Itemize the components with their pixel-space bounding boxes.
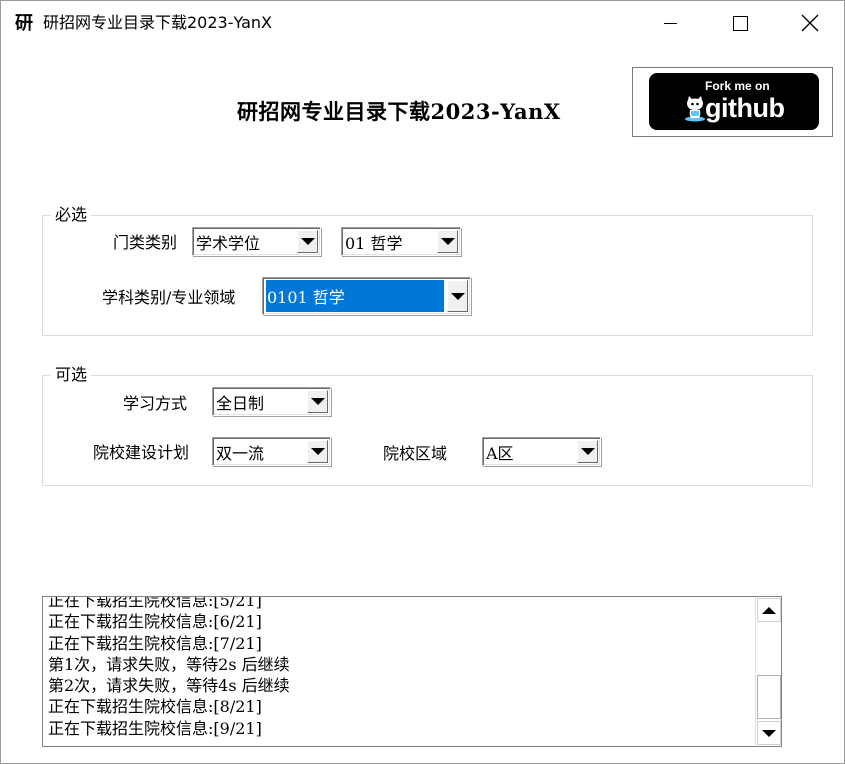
log-line: 第1次，请求失败，等待2s 后继续 (48, 654, 290, 674)
log-line: 正在下载招生院校信息:[8/21] (48, 697, 262, 717)
region-select-value: A区 (486, 443, 514, 463)
field-label: 学科类别/专业领域 (102, 288, 236, 307)
chevron-down-icon (310, 398, 325, 405)
optional-group-legend: 可选 (51, 365, 92, 385)
chevron-up-icon (762, 606, 776, 614)
maximize-button[interactable] (705, 1, 775, 45)
log-scrollbar[interactable] (755, 597, 781, 746)
title-bar[interactable]: 研 研招网专业目录下载2023-YanX (1, 1, 844, 45)
study-mode-label: 学习方式 (123, 394, 188, 413)
field-dropdown-button[interactable] (447, 280, 468, 312)
log-output[interactable]: 正在下载招生院校信息:[5/21] 正在下载招生院校信息:[6/21] 正在下载… (42, 596, 782, 747)
category-dropdown-button[interactable] (297, 230, 318, 253)
chevron-down-icon (440, 238, 455, 245)
log-line: 正在下载招生院校信息:[6/21] (48, 612, 262, 632)
chevron-down-icon (450, 292, 465, 300)
close-icon (801, 14, 819, 32)
study-mode-select[interactable]: 全日制 (212, 387, 331, 416)
field-select-value: 0101 哲学 (266, 280, 444, 312)
optional-options-group: 可选 (42, 365, 813, 486)
window-title: 研招网专业目录下载2023-YanX (43, 13, 272, 32)
discipline-dropdown-button[interactable] (437, 230, 458, 253)
scroll-down-button[interactable] (757, 721, 781, 745)
study-mode-dropdown-button[interactable] (307, 390, 328, 413)
octocat-icon (685, 96, 705, 122)
region-label: 院校区域 (383, 444, 448, 463)
minimize-button[interactable] (635, 1, 705, 45)
discipline-select[interactable]: 01 哲学 (341, 227, 461, 256)
minimize-icon (663, 22, 677, 24)
app-window: 研 研招网专业目录下载2023-YanX 研招网专业目录下载2023-YanX (0, 0, 845, 764)
scroll-up-button[interactable] (757, 598, 781, 622)
close-button[interactable] (775, 1, 845, 45)
chevron-down-icon (580, 448, 595, 455)
github-badge-button[interactable]: Fork me on github (649, 73, 819, 130)
category-select[interactable]: 学术学位 (192, 227, 321, 256)
construction-plan-select[interactable]: 双一流 (212, 437, 331, 466)
log-lines: 正在下载招生院校信息:[5/21] 正在下载招生院校信息:[6/21] 正在下载… (48, 596, 753, 739)
category-label: 门类类别 (113, 233, 178, 252)
github-badge-caption: Fork me on (705, 79, 770, 93)
category-select-value: 学术学位 (196, 233, 261, 253)
required-group-legend: 必选 (51, 205, 92, 225)
chevron-down-icon (300, 238, 315, 245)
region-dropdown-button[interactable] (577, 440, 598, 463)
region-select[interactable]: A区 (482, 437, 601, 466)
log-line: 第2次，请求失败，等待4s 后继续 (48, 676, 290, 696)
construction-plan-label: 院校建设计划 (93, 443, 190, 462)
github-badge-wordmark: github (705, 93, 785, 123)
construction-plan-dropdown-button[interactable] (307, 440, 328, 463)
maximize-icon (732, 15, 748, 31)
chevron-down-icon (762, 729, 776, 737)
page-title: 研招网专业目录下载2023-YanX (237, 99, 561, 124)
discipline-select-value: 01 哲学 (345, 233, 403, 253)
app-icon: 研 (15, 13, 33, 34)
log-line: 正在下载招生院校信息:[9/21] (48, 718, 262, 738)
github-fork-badge[interactable]: Fork me on github (632, 67, 833, 137)
study-mode-select-value: 全日制 (216, 393, 265, 413)
construction-plan-select-value: 双一流 (216, 443, 265, 463)
field-select[interactable]: 0101 哲学 (262, 277, 471, 315)
scrollbar-thumb[interactable] (757, 675, 781, 719)
log-line: 正在下载招生院校信息:[5/21] (48, 596, 262, 610)
chevron-down-icon (310, 448, 325, 455)
log-line: 正在下载招生院校信息:[7/21] (48, 633, 262, 653)
